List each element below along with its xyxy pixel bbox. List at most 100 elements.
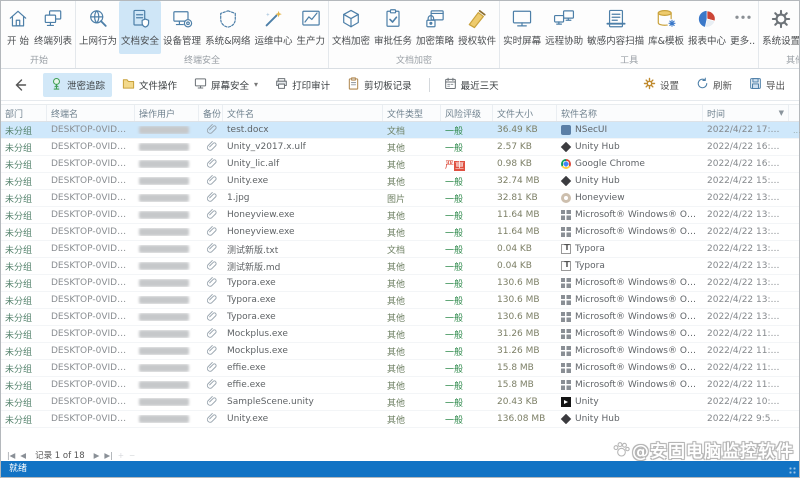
table-row[interactable]: 未分组 DESKTOP-0VIDMDJ SampleScene.unity 其他 一般 2…	[1, 394, 799, 411]
paperclip-icon[interactable]	[206, 310, 217, 324]
toolbar-right-button-2[interactable]: 导出	[747, 74, 787, 96]
table-row[interactable]: 未分组 DESKTOP-0VIDMDJ Typora.exe 其他 一般 130.6 MB…	[1, 292, 799, 309]
ribbon-button-1-0[interactable]: 上网行为	[77, 1, 119, 54]
column-header-0[interactable]: 部门	[1, 105, 47, 121]
paperclip-icon[interactable]	[206, 344, 217, 358]
paperclip-icon[interactable]	[206, 225, 217, 239]
toolbar-right-button-0[interactable]: 设置	[641, 74, 681, 96]
paperclip-icon[interactable]	[206, 140, 217, 154]
paperclip-icon[interactable]	[206, 327, 217, 341]
ribbon-button-label: 报表中心	[688, 36, 727, 47]
ribbon-button-1-4[interactable]: 运维中心	[252, 1, 294, 54]
pager-prev-button[interactable]: ◀	[20, 451, 26, 460]
paperclip-icon[interactable]	[206, 123, 217, 137]
department-cell: 未分组	[5, 364, 33, 375]
table-row[interactable]: 未分组 DESKTOP-0VIDMDJ Mockplus.exe 其他 一般 31.26 …	[1, 326, 799, 343]
column-header-10[interactable]	[789, 105, 800, 121]
pager-append-button[interactable]: +	[118, 451, 124, 460]
ribbon-button-3-5[interactable]: 更多..	[728, 1, 757, 54]
ribbon-button-1-2[interactable]: 设备管理	[161, 1, 203, 54]
table-row[interactable]: 未分组 DESKTOP-0VIDMDJ 测试新版.md 其他 一般 0.04 KB Typo…	[1, 258, 799, 275]
toolbar-button-4[interactable]: 剪切板记录	[340, 73, 419, 97]
ribbon-button-3-3[interactable]: 库&模板	[646, 1, 686, 54]
ribbon-button-3-2[interactable]: 敏感内容扫描	[585, 1, 646, 54]
column-header-2[interactable]: 操作用户	[135, 105, 199, 121]
table-row[interactable]: 未分组 DESKTOP-0VIDMDJ Typora.exe 其他 一般 130.6 MB…	[1, 275, 799, 292]
column-header-6[interactable]: 风险评级	[441, 105, 493, 121]
ribbon-button-2-3[interactable]: 授权软件	[456, 1, 498, 54]
paperclip-icon[interactable]	[206, 157, 217, 171]
masked-username	[139, 347, 189, 355]
file-size-cell: 31.26 MB	[497, 346, 540, 356]
table-row[interactable]: 未分组 DESKTOP-0VIDMDJ Honeyview.exe 其他 一般 11.64…	[1, 207, 799, 224]
toolbar-button-1[interactable]: 文件操作	[115, 73, 184, 97]
paperclip-icon[interactable]	[206, 191, 217, 205]
column-header-7[interactable]: 文件大小	[493, 105, 557, 121]
ribbon-button-3-0[interactable]: 实时屏幕	[501, 1, 543, 54]
ribbon-button-1-3[interactable]: 系统&网络	[203, 1, 252, 54]
ribbon-button-2-0[interactable]: 文档加密	[330, 1, 372, 54]
file-size-cell: 2.57 KB	[497, 142, 532, 152]
toolbar-button-0[interactable]: 泄密追踪	[43, 72, 113, 97]
back-button[interactable]	[13, 78, 27, 92]
table-row[interactable]: 未分组 DESKTOP-0VIDMDJ Unity.exe 其他 一般 136.08 MB…	[1, 411, 799, 428]
paperclip-icon[interactable]	[206, 293, 217, 307]
toolbar-button-5[interactable]: 最近三天	[437, 73, 506, 97]
table-row[interactable]: 未分组 DESKTOP-0VIDMDJ Unity_v2017.x.ulf 其他 一般 2…	[1, 139, 799, 156]
toolbar-right-button-1[interactable]: 刷新	[694, 74, 734, 96]
paperclip-icon[interactable]	[206, 174, 217, 188]
ribbon-button-3-1[interactable]: 远程协助	[543, 1, 585, 54]
file-type-cell: 其他	[387, 381, 406, 392]
ribbon-button-4-0[interactable]: 系统设置	[760, 1, 799, 54]
ribbon-group-label: 其他	[786, 56, 799, 66]
table-row[interactable]: 未分组 DESKTOP-0VIDMDJ effie.exe 其他 一般 15.8 MB Mi…	[1, 360, 799, 377]
ribbon-button-0-1[interactable]: 终端列表	[32, 1, 74, 54]
table-row[interactable]: 未分组 DESKTOP-0VIDMDJ Honeyview.exe 其他 一般 11.64…	[1, 224, 799, 241]
pager-last-button[interactable]: ▶|	[104, 451, 112, 460]
pager-delete-button[interactable]: −	[129, 451, 135, 460]
ribbon-button-1-5[interactable]: 生产力	[295, 1, 328, 54]
paperclip-icon[interactable]	[206, 395, 217, 409]
file-size-cell: 0.04 KB	[497, 261, 532, 271]
column-header-5[interactable]: 文件类型	[383, 105, 441, 121]
toolbar-button-2[interactable]: 屏幕安全 ▾	[187, 73, 265, 97]
column-header-1[interactable]: 终端名	[47, 105, 135, 121]
column-header-8[interactable]: 软件名称	[557, 105, 703, 121]
ribbon-button-label: 运维中心	[254, 36, 293, 47]
column-header-4[interactable]: 文件名	[223, 105, 383, 121]
time-cell: 2022/4/22 13:29:20	[707, 193, 789, 203]
software-name-label: Unity	[575, 397, 599, 407]
masked-username	[139, 279, 189, 287]
paperclip-icon[interactable]	[206, 378, 217, 392]
toolbar-button-3[interactable]: 打印审计	[268, 73, 337, 97]
paperclip-icon[interactable]	[206, 412, 217, 426]
ribbon-button-3-4[interactable]: 报表中心	[686, 1, 728, 54]
pager-first-button[interactable]: |◀	[7, 451, 15, 460]
table-row[interactable]: 未分组 DESKTOP-0VIDMDJ 测试新版.txt 文档 一般 0.04 KB Typ…	[1, 241, 799, 258]
row-more-indicator[interactable]: ...	[789, 126, 800, 135]
operating-user-cell	[135, 279, 199, 287]
paperclip-icon[interactable]	[206, 259, 217, 273]
paperclip-icon[interactable]	[206, 361, 217, 375]
table-row[interactable]: 未分组 DESKTOP-0VIDMDJ Unity.exe 其他 一般 32.74 MB U…	[1, 173, 799, 190]
table-row[interactable]: 未分组 DESKTOP-0VIDMDJ test.docx 文档 一般 36.49 KB N…	[1, 122, 800, 139]
resize-grip[interactable]	[789, 467, 797, 475]
paperclip-icon[interactable]	[206, 242, 217, 256]
software-name-cell: Microsoft® Windows® Oper...	[557, 278, 703, 288]
paperclip-icon[interactable]	[206, 208, 217, 222]
table-row[interactable]: 未分组 DESKTOP-0VIDMDJ effie.exe 其他 一般 15.8 MB Mi…	[1, 377, 799, 394]
table-row[interactable]: 未分组 DESKTOP-0VIDMDJ Mockplus.exe 其他 一般 31.26 …	[1, 343, 799, 360]
ribbon-button-0-0[interactable]: 开 始	[4, 1, 32, 54]
paperclip-icon[interactable]	[206, 276, 217, 290]
ribbon-button-2-1[interactable]: 审批任务	[372, 1, 414, 54]
ribbon-button-2-2[interactable]: 加密策略	[414, 1, 456, 54]
column-header-3[interactable]: 备份	[199, 105, 223, 121]
pager-next-button[interactable]: ▶	[94, 451, 100, 460]
table-row[interactable]: 未分组 DESKTOP-0VIDMDJ Unity_lic.alf 其他 严重 0.98 …	[1, 156, 799, 173]
column-header-9[interactable]: 时间 ▼	[703, 105, 789, 121]
software-name-cell: Microsoft® Windows® Oper...	[557, 227, 703, 237]
ribbon-button-1-1[interactable]: 文档安全	[119, 1, 162, 54]
table-row[interactable]: 未分组 DESKTOP-0VIDMDJ 1.jpg 图片 一般 32.81 KB Honey…	[1, 190, 799, 207]
masked-username	[139, 228, 189, 236]
table-row[interactable]: 未分组 DESKTOP-0VIDMDJ Typora.exe 其他 一般 130.6 MB…	[1, 309, 799, 326]
